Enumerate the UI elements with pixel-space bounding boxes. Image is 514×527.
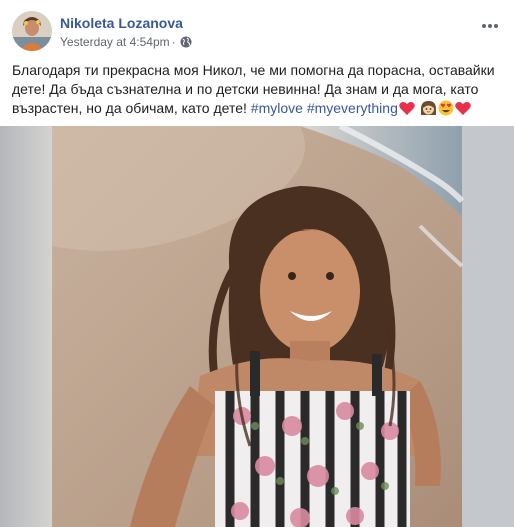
heart-eyes-emoji <box>438 100 454 121</box>
hashtag-myeverything[interactable]: #myeverything <box>307 100 398 116</box>
post-meta: Yesterday at 4:54pm · <box>60 35 192 49</box>
post-text: Благодаря ти прекрасна моя Никол, че ми … <box>12 61 502 121</box>
avatar-image <box>12 11 52 51</box>
girl-face-emoji <box>420 100 437 121</box>
more-options-button[interactable] <box>478 14 502 38</box>
author-avatar[interactable] <box>12 11 52 51</box>
hashtag-mylove[interactable]: #mylove <box>251 100 303 116</box>
globe-icon[interactable] <box>180 36 192 48</box>
red-heart-emoji <box>399 101 415 121</box>
post-timestamp[interactable]: Yesterday at 4:54pm <box>60 35 170 49</box>
more-horizontal-icon <box>482 24 498 28</box>
meta-separator: · <box>171 35 176 49</box>
author-name[interactable]: Nikoleta Lozanova <box>60 15 183 31</box>
post-header: Nikoleta Lozanova Yesterday at 4:54pm · <box>0 0 514 56</box>
post-video[interactable] <box>0 126 514 527</box>
video-frame <box>0 126 514 527</box>
red-heart-emoji <box>455 101 471 121</box>
facebook-post: Nikoleta Lozanova Yesterday at 4:54pm · … <box>0 0 514 527</box>
